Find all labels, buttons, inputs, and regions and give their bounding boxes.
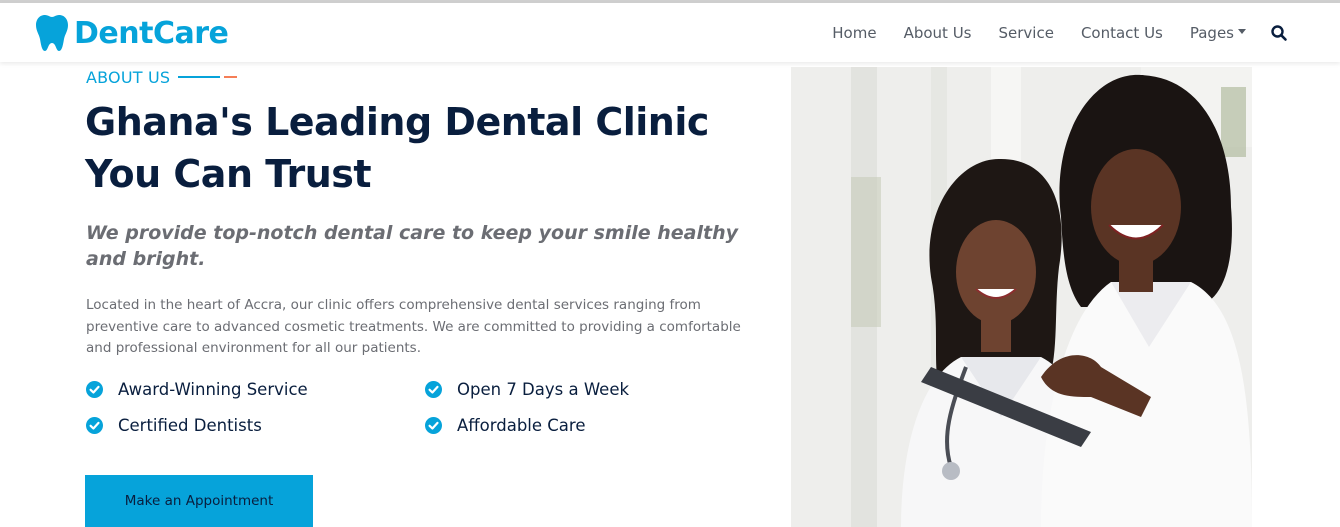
caret-down-icon xyxy=(1238,29,1246,34)
nav-item-service[interactable]: Service xyxy=(999,24,1054,42)
feature-item: Award-Winning Service xyxy=(86,378,425,400)
nav-item-pages[interactable]: Pages xyxy=(1190,24,1246,42)
main-nav: Home About Us Service Contact Us Pages xyxy=(805,3,1288,62)
navbar: DentCare Home About Us Service Contact U… xyxy=(0,3,1340,62)
feature-list: Award-Winning Service Open 7 Days a Week… xyxy=(86,378,686,436)
feature-label: Award-Winning Service xyxy=(118,379,308,399)
eyebrow-divider xyxy=(178,76,221,78)
tooth-icon xyxy=(36,15,68,51)
eyebrow-accent-dash xyxy=(224,76,238,78)
nav-item-pages-label: Pages xyxy=(1189,23,1234,42)
section-eyebrow: ABOUT US xyxy=(86,66,238,88)
dentists-illustration xyxy=(791,67,1252,527)
feature-label: Open 7 Days a Week xyxy=(457,379,630,399)
make-appointment-button[interactable]: Make an Appointment xyxy=(85,475,313,527)
eyebrow-label: ABOUT US xyxy=(86,67,171,87)
feature-item: Open 7 Days a Week xyxy=(425,378,686,400)
feature-item: Affordable Care xyxy=(425,414,686,436)
subheading: We provide top-notch dental care to keep… xyxy=(86,222,738,270)
dentists-photo xyxy=(791,67,1252,527)
nav-item-contact-us[interactable]: Contact Us xyxy=(1081,24,1163,42)
check-circle-icon xyxy=(86,416,103,434)
search-icon[interactable] xyxy=(1270,24,1288,42)
feature-label: Affordable Care xyxy=(457,415,586,435)
check-circle-icon xyxy=(425,380,442,398)
feature-label: Certified Dentists xyxy=(118,415,262,435)
page-title: Ghana's Leading Dental Clinic You Can Tr… xyxy=(85,96,765,200)
check-circle-icon xyxy=(425,416,442,434)
nav-item-home[interactable]: Home xyxy=(832,24,876,42)
description-text: Located in the heart of Accra, our clini… xyxy=(86,297,741,356)
check-circle-icon xyxy=(86,380,103,398)
feature-item: Certified Dentists xyxy=(86,414,425,436)
title-line-1: Ghana's Leading Dental Clinic xyxy=(85,100,709,144)
brand-logo[interactable]: DentCare xyxy=(36,13,229,53)
title-line-2: You Can Trust xyxy=(85,152,372,196)
brand-name: DentCare xyxy=(74,15,229,51)
nav-item-about-us[interactable]: About Us xyxy=(904,24,972,42)
